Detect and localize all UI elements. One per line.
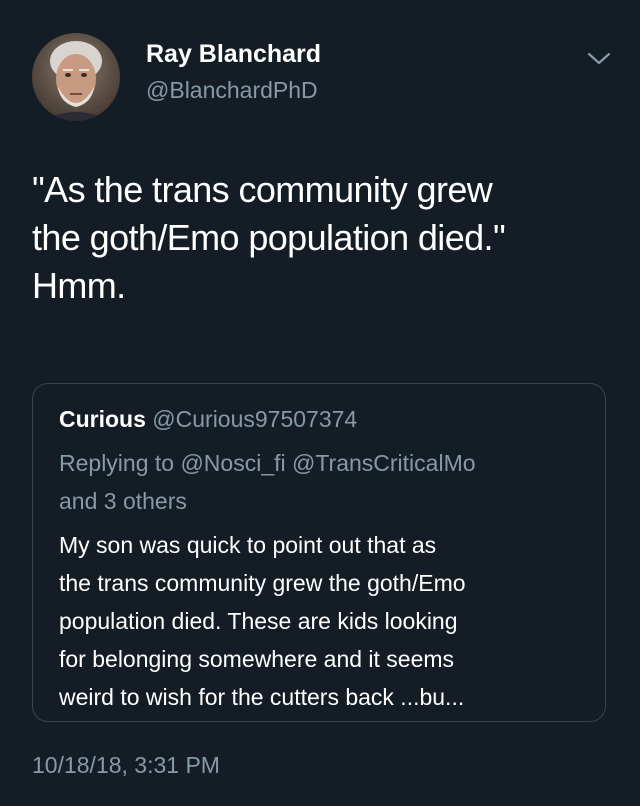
- tweet-text-line: "As the trans community grew: [32, 169, 493, 210]
- chevron-down-icon[interactable]: [586, 48, 612, 68]
- quoted-author-name: Curious: [59, 406, 146, 432]
- quoted-author-handle: @Curious97507374: [152, 406, 358, 432]
- quoted-text-line: weird to wish for the cutters back ...bu…: [59, 684, 465, 710]
- avatar[interactable]: [32, 33, 120, 121]
- quoted-text-line: My son was quick to point out that as: [59, 532, 437, 558]
- quoted-tweet-card[interactable]: Curious @Curious97507374 Replying to @No…: [32, 383, 606, 722]
- quoted-tweet-text: My son was quick to point out that as th…: [59, 526, 589, 716]
- quoted-tweet-header: Curious @Curious97507374: [59, 406, 357, 433]
- tweet-timestamp[interactable]: 10/18/18, 3:31 PM: [32, 752, 220, 779]
- quoted-text-line: the trans community grew the goth/Emo: [59, 570, 466, 596]
- replying-to-context: Replying to @Nosci_fi @TransCriticalMo a…: [59, 444, 589, 520]
- quoted-text-line: population died. These are kids looking: [59, 608, 458, 634]
- quoted-text-line: for belonging somewhere and it seems: [59, 646, 455, 672]
- tweet-text-line: the goth/Emo population died.": [32, 217, 506, 258]
- tweet-text-line: Hmm.: [32, 265, 126, 306]
- author-display-name[interactable]: Ray Blanchard: [146, 40, 321, 69]
- tweet: Ray Blanchard @BlanchardPhD "As the tran…: [0, 0, 640, 806]
- author-handle[interactable]: @BlanchardPhD: [146, 77, 318, 104]
- replying-to-line: Replying to @Nosci_fi @TransCriticalMo: [59, 450, 476, 476]
- tweet-text: "As the trans community grew the goth/Em…: [32, 166, 612, 310]
- replying-to-line: and 3 others: [59, 488, 187, 514]
- profile-photo-icon: [32, 33, 120, 121]
